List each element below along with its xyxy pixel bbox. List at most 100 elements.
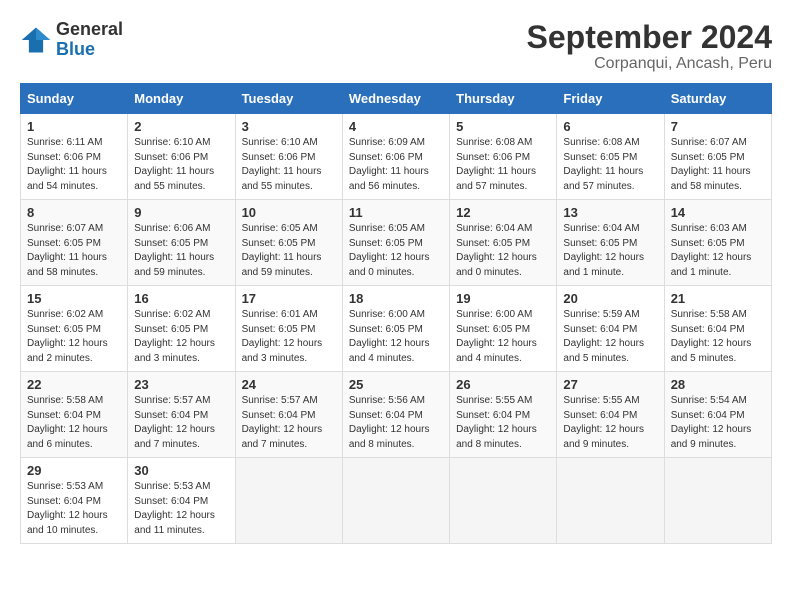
calendar-cell: 8 Sunrise: 6:07 AM Sunset: 6:05 PM Daylig… bbox=[21, 200, 128, 286]
day-number: 5 bbox=[456, 119, 550, 134]
calendar-subtitle: Corpanqui, Ancash, Peru bbox=[527, 55, 772, 73]
calendar-cell: 29 Sunrise: 5:53 AM Sunset: 6:04 PM Dayli… bbox=[21, 458, 128, 544]
day-info: Sunrise: 6:06 AM Sunset: 6:05 PM Dayligh… bbox=[134, 222, 228, 280]
calendar-cell: 2Sunrise: 6:10 AM Sunset: 6:06 PM Daylig… bbox=[128, 114, 235, 200]
day-number: 30 bbox=[134, 463, 228, 478]
day-info: Sunrise: 6:08 AM Sunset: 6:05 PM Dayligh… bbox=[563, 136, 657, 194]
day-info: Sunrise: 6:08 AM Sunset: 6:06 PM Dayligh… bbox=[456, 136, 550, 194]
calendar-week-5: 29 Sunrise: 5:53 AM Sunset: 6:04 PM Dayli… bbox=[21, 458, 772, 544]
day-number: 19 bbox=[456, 291, 550, 306]
calendar-cell: 14 Sunrise: 6:03 AM Sunset: 6:05 PM Dayli… bbox=[664, 200, 771, 286]
calendar-week-2: 8 Sunrise: 6:07 AM Sunset: 6:05 PM Daylig… bbox=[21, 200, 772, 286]
day-info: Sunrise: 5:59 AM Sunset: 6:04 PM Dayligh… bbox=[563, 308, 657, 366]
calendar-cell: 3Sunrise: 6:10 AM Sunset: 6:06 PM Daylig… bbox=[235, 114, 342, 200]
day-info: Sunrise: 5:54 AM Sunset: 6:04 PM Dayligh… bbox=[671, 394, 765, 452]
day-number: 7 bbox=[671, 119, 765, 134]
day-header-monday: Monday bbox=[128, 84, 235, 114]
day-header-thursday: Thursday bbox=[450, 84, 557, 114]
calendar-cell: 16 Sunrise: 6:02 AM Sunset: 6:05 PM Dayli… bbox=[128, 286, 235, 372]
day-info: Sunrise: 5:57 AM Sunset: 6:04 PM Dayligh… bbox=[242, 394, 336, 452]
day-number: 10 bbox=[242, 205, 336, 220]
logo-general-text: General bbox=[56, 20, 123, 40]
day-number: 9 bbox=[134, 205, 228, 220]
calendar-cell: 7 Sunrise: 6:07 AM Sunset: 6:05 PM Daylig… bbox=[664, 114, 771, 200]
calendar-cell: 28 Sunrise: 5:54 AM Sunset: 6:04 PM Dayli… bbox=[664, 372, 771, 458]
day-info: Sunrise: 5:58 AM Sunset: 6:04 PM Dayligh… bbox=[671, 308, 765, 366]
day-info: Sunrise: 5:55 AM Sunset: 6:04 PM Dayligh… bbox=[456, 394, 550, 452]
calendar-week-4: 22 Sunrise: 5:58 AM Sunset: 6:04 PM Dayli… bbox=[21, 372, 772, 458]
calendar-cell bbox=[342, 458, 449, 544]
day-info: Sunrise: 6:04 AM Sunset: 6:05 PM Dayligh… bbox=[563, 222, 657, 280]
day-number: 22 bbox=[27, 377, 121, 392]
calendar-cell: 21 Sunrise: 5:58 AM Sunset: 6:04 PM Dayli… bbox=[664, 286, 771, 372]
day-number: 6 bbox=[563, 119, 657, 134]
day-number: 4 bbox=[349, 119, 443, 134]
day-info: Sunrise: 5:56 AM Sunset: 6:04 PM Dayligh… bbox=[349, 394, 443, 452]
day-info: Sunrise: 6:00 AM Sunset: 6:05 PM Dayligh… bbox=[456, 308, 550, 366]
calendar-cell: 11Sunrise: 6:05 AM Sunset: 6:05 PM Dayli… bbox=[342, 200, 449, 286]
day-info: Sunrise: 6:07 AM Sunset: 6:05 PM Dayligh… bbox=[27, 222, 121, 280]
calendar-cell: 25 Sunrise: 5:56 AM Sunset: 6:04 PM Dayli… bbox=[342, 372, 449, 458]
calendar-cell: 13 Sunrise: 6:04 AM Sunset: 6:05 PM Dayli… bbox=[557, 200, 664, 286]
day-info: Sunrise: 5:53 AM Sunset: 6:04 PM Dayligh… bbox=[27, 480, 121, 538]
day-info: Sunrise: 6:09 AM Sunset: 6:06 PM Dayligh… bbox=[349, 136, 443, 194]
day-info: Sunrise: 5:57 AM Sunset: 6:04 PM Dayligh… bbox=[134, 394, 228, 452]
day-number: 27 bbox=[563, 377, 657, 392]
calendar-cell: 23 Sunrise: 5:57 AM Sunset: 6:04 PM Dayli… bbox=[128, 372, 235, 458]
day-info: Sunrise: 5:53 AM Sunset: 6:04 PM Dayligh… bbox=[134, 480, 228, 538]
day-info: Sunrise: 6:03 AM Sunset: 6:05 PM Dayligh… bbox=[671, 222, 765, 280]
day-info: Sunrise: 6:07 AM Sunset: 6:05 PM Dayligh… bbox=[671, 136, 765, 194]
day-number: 26 bbox=[456, 377, 550, 392]
day-number: 18 bbox=[349, 291, 443, 306]
calendar-cell: 1 Sunrise: 6:11 AM Sunset: 6:06 PM Daylig… bbox=[21, 114, 128, 200]
logo-icon bbox=[20, 24, 52, 56]
title-block: September 2024 Corpanqui, Ancash, Peru bbox=[527, 20, 772, 73]
day-number: 14 bbox=[671, 205, 765, 220]
day-number: 8 bbox=[27, 205, 121, 220]
calendar-week-1: 1 Sunrise: 6:11 AM Sunset: 6:06 PM Daylig… bbox=[21, 114, 772, 200]
day-info: Sunrise: 6:11 AM Sunset: 6:06 PM Dayligh… bbox=[27, 136, 121, 194]
day-number: 13 bbox=[563, 205, 657, 220]
day-number: 15 bbox=[27, 291, 121, 306]
calendar-cell: 20 Sunrise: 5:59 AM Sunset: 6:04 PM Dayli… bbox=[557, 286, 664, 372]
day-info: Sunrise: 6:02 AM Sunset: 6:05 PM Dayligh… bbox=[134, 308, 228, 366]
calendar-cell: 6 Sunrise: 6:08 AM Sunset: 6:05 PM Daylig… bbox=[557, 114, 664, 200]
calendar-cell: 22 Sunrise: 5:58 AM Sunset: 6:04 PM Dayli… bbox=[21, 372, 128, 458]
calendar-body: 1 Sunrise: 6:11 AM Sunset: 6:06 PM Daylig… bbox=[21, 114, 772, 544]
calendar-cell bbox=[664, 458, 771, 544]
calendar-cell: 18 Sunrise: 6:00 AM Sunset: 6:05 PM Dayli… bbox=[342, 286, 449, 372]
day-info: Sunrise: 6:01 AM Sunset: 6:05 PM Dayligh… bbox=[242, 308, 336, 366]
day-info: Sunrise: 5:58 AM Sunset: 6:04 PM Dayligh… bbox=[27, 394, 121, 452]
day-number: 12 bbox=[456, 205, 550, 220]
day-number: 28 bbox=[671, 377, 765, 392]
calendar-title: September 2024 bbox=[527, 20, 772, 55]
day-number: 23 bbox=[134, 377, 228, 392]
day-number: 16 bbox=[134, 291, 228, 306]
day-number: 20 bbox=[563, 291, 657, 306]
calendar-cell: 26 Sunrise: 5:55 AM Sunset: 6:04 PM Dayli… bbox=[450, 372, 557, 458]
calendar-cell: 10 Sunrise: 6:05 AM Sunset: 6:05 PM Dayli… bbox=[235, 200, 342, 286]
calendar-header: SundayMondayTuesdayWednesdayThursdayFrid… bbox=[21, 84, 772, 114]
day-header-friday: Friday bbox=[557, 84, 664, 114]
day-number: 1 bbox=[27, 119, 121, 134]
day-number: 21 bbox=[671, 291, 765, 306]
calendar-cell: 5 Sunrise: 6:08 AM Sunset: 6:06 PM Daylig… bbox=[450, 114, 557, 200]
day-info: Sunrise: 6:05 AM Sunset: 6:05 PM Dayligh… bbox=[349, 222, 443, 280]
day-number: 24 bbox=[242, 377, 336, 392]
day-number: 25 bbox=[349, 377, 443, 392]
day-header-tuesday: Tuesday bbox=[235, 84, 342, 114]
day-info: Sunrise: 6:04 AM Sunset: 6:05 PM Dayligh… bbox=[456, 222, 550, 280]
day-number: 29 bbox=[27, 463, 121, 478]
calendar-cell bbox=[450, 458, 557, 544]
logo-blue-text: Blue bbox=[56, 40, 123, 60]
day-info: Sunrise: 5:55 AM Sunset: 6:04 PM Dayligh… bbox=[563, 394, 657, 452]
day-info: Sunrise: 6:10 AM Sunset: 6:06 PM Dayligh… bbox=[242, 136, 336, 194]
day-info: Sunrise: 6:05 AM Sunset: 6:05 PM Dayligh… bbox=[242, 222, 336, 280]
calendar-cell: 17Sunrise: 6:01 AM Sunset: 6:05 PM Dayli… bbox=[235, 286, 342, 372]
calendar-table: SundayMondayTuesdayWednesdayThursdayFrid… bbox=[20, 83, 772, 544]
calendar-cell: 27 Sunrise: 5:55 AM Sunset: 6:04 PM Dayli… bbox=[557, 372, 664, 458]
day-info: Sunrise: 6:00 AM Sunset: 6:05 PM Dayligh… bbox=[349, 308, 443, 366]
day-header-saturday: Saturday bbox=[664, 84, 771, 114]
day-header-wednesday: Wednesday bbox=[342, 84, 449, 114]
calendar-cell: 9 Sunrise: 6:06 AM Sunset: 6:05 PM Daylig… bbox=[128, 200, 235, 286]
